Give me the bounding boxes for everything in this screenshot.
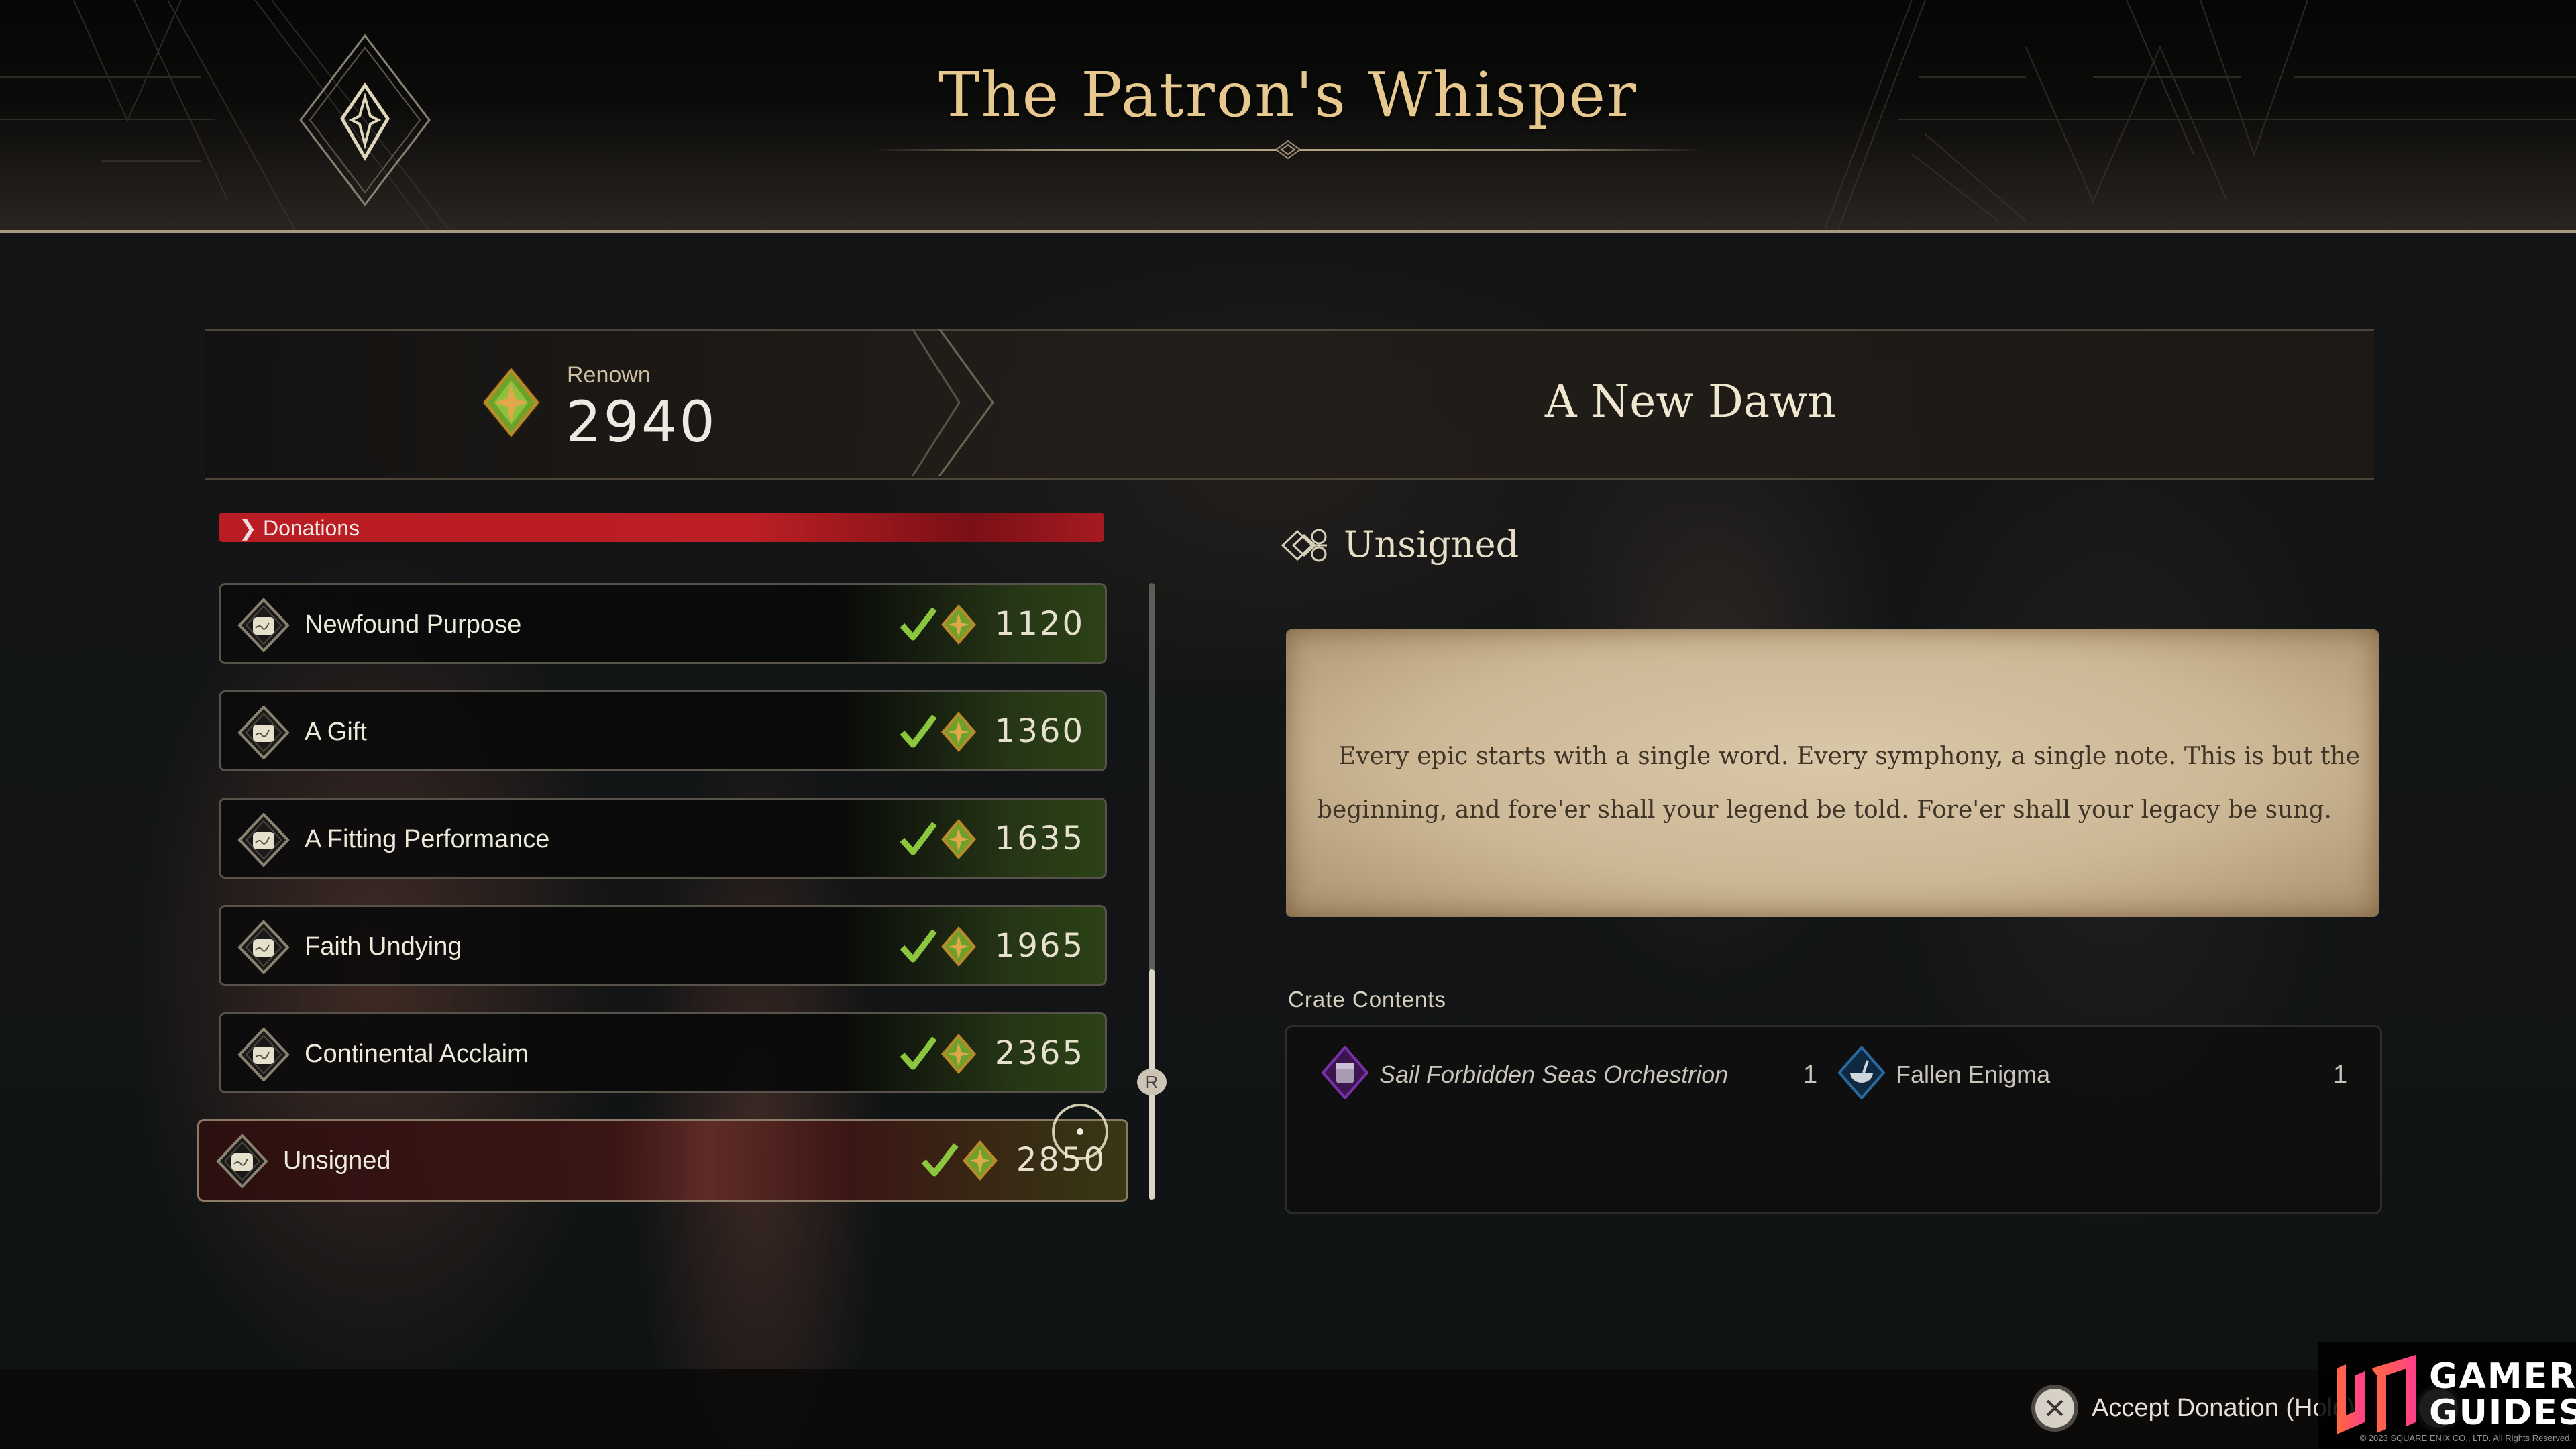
checkmark-icon bbox=[921, 1143, 959, 1177]
checkmark-icon bbox=[900, 714, 937, 748]
donation-row[interactable]: A Gift 1360 bbox=[219, 690, 1107, 771]
crate-icon bbox=[237, 813, 290, 867]
cross-button-icon bbox=[2031, 1385, 2078, 1432]
donation-row[interactable]: Continental Acclaim 2365 bbox=[219, 1012, 1107, 1093]
donation-cost: 1635 bbox=[994, 820, 1085, 857]
renown-gem-icon bbox=[941, 819, 976, 859]
donation-name: Continental Acclaim bbox=[305, 1040, 529, 1068]
watermark: GAMER GUIDES © 2023 SQUARE ENIX CO., LTD… bbox=[2318, 1342, 2576, 1449]
page-title: The Patron's Whisper bbox=[938, 59, 1638, 131]
donation-cost: 1965 bbox=[994, 927, 1085, 965]
donation-name: Unsigned bbox=[283, 1146, 391, 1175]
gamer-guides-logo-icon bbox=[2337, 1355, 2416, 1434]
crate-icon bbox=[216, 1134, 268, 1188]
donation-name: A Fitting Performance bbox=[305, 825, 550, 853]
donation-name: Newfound Purpose bbox=[305, 610, 522, 639]
renown-gem-icon bbox=[941, 712, 976, 752]
crate-icon bbox=[237, 1028, 290, 1081]
renown-gem-icon bbox=[481, 366, 541, 439]
donation-row[interactable]: Unsigned 2850 bbox=[197, 1119, 1128, 1202]
crate-icon bbox=[237, 598, 290, 652]
accept-donation-label: Accept Donation (Hold) bbox=[2092, 1394, 2355, 1422]
watermark-line1: GAMER bbox=[2429, 1356, 2576, 1397]
letter-text: Every epic starts with a single word. Ev… bbox=[1317, 743, 2360, 824]
ornament-knot-icon bbox=[1281, 529, 1327, 562]
detail-heading: Unsigned bbox=[1344, 523, 1519, 566]
header: The Patron's Whisper bbox=[0, 0, 2576, 233]
renown-gem-icon bbox=[941, 604, 976, 645]
checkmark-icon bbox=[900, 607, 937, 641]
donation-cost: 2365 bbox=[994, 1034, 1085, 1072]
copyright-text: © 2023 SQUARE ENIX CO., LTD. All Rights … bbox=[2359, 1433, 2572, 1443]
orchestrion-icon bbox=[1321, 1046, 1369, 1099]
quest-title: A New Dawn bbox=[1544, 376, 1837, 427]
crate-item[interactable]: Sail Forbidden Seas Orchestrion 1 bbox=[1320, 1046, 1830, 1099]
chevron-divider-icon bbox=[912, 329, 994, 476]
donations-label: Donations bbox=[263, 516, 360, 540]
crate-item[interactable]: Fallen Enigma 1 bbox=[1837, 1046, 2367, 1099]
donations-section-header[interactable]: ❯ Donations bbox=[219, 513, 1104, 542]
crate-contents-label: Crate Contents bbox=[1288, 987, 1446, 1012]
renown-gem-icon bbox=[963, 1140, 998, 1181]
checkmark-icon bbox=[900, 929, 937, 963]
donation-name: Faith Undying bbox=[305, 932, 462, 961]
renown-gem-icon bbox=[941, 926, 976, 967]
letter-parchment: Every epic starts with a single word. Ev… bbox=[1286, 629, 2379, 917]
title-ornament-icon bbox=[1275, 140, 1301, 160]
scroll-r-button[interactable]: R bbox=[1137, 1069, 1167, 1095]
crate-contents-panel: Sail Forbidden Seas Orchestrion 1 Fallen… bbox=[1285, 1025, 2382, 1214]
bowl-icon bbox=[1837, 1046, 1886, 1099]
chevron-right-icon: ❯ bbox=[239, 516, 257, 540]
cursor-indicator bbox=[1052, 1104, 1108, 1160]
renown-gem-icon bbox=[941, 1034, 976, 1074]
donation-row[interactable]: Newfound Purpose 1120 bbox=[219, 583, 1107, 664]
checkmark-icon bbox=[900, 1036, 937, 1070]
watermark-line2: GUIDES bbox=[2429, 1393, 2576, 1433]
donation-row[interactable]: Faith Undying 1965 bbox=[219, 905, 1107, 986]
crate-item-name: Fallen Enigma bbox=[1896, 1061, 2051, 1088]
crate-icon bbox=[237, 706, 290, 759]
renown-value: 2940 bbox=[566, 389, 717, 455]
checkmark-icon bbox=[900, 822, 937, 855]
donation-cost: 1360 bbox=[994, 712, 1085, 750]
crate-item-name: Sail Forbidden Seas Orchestrion bbox=[1379, 1061, 1729, 1088]
crate-item-qty: 1 bbox=[2333, 1061, 2348, 1089]
crate-icon bbox=[237, 920, 290, 974]
donation-name: A Gift bbox=[305, 718, 367, 746]
renown-label: Renown bbox=[567, 362, 651, 388]
donation-row[interactable]: A Fitting Performance 1635 bbox=[219, 798, 1107, 879]
donation-cost: 1120 bbox=[994, 605, 1085, 643]
crate-item-qty: 1 bbox=[1803, 1061, 1818, 1089]
